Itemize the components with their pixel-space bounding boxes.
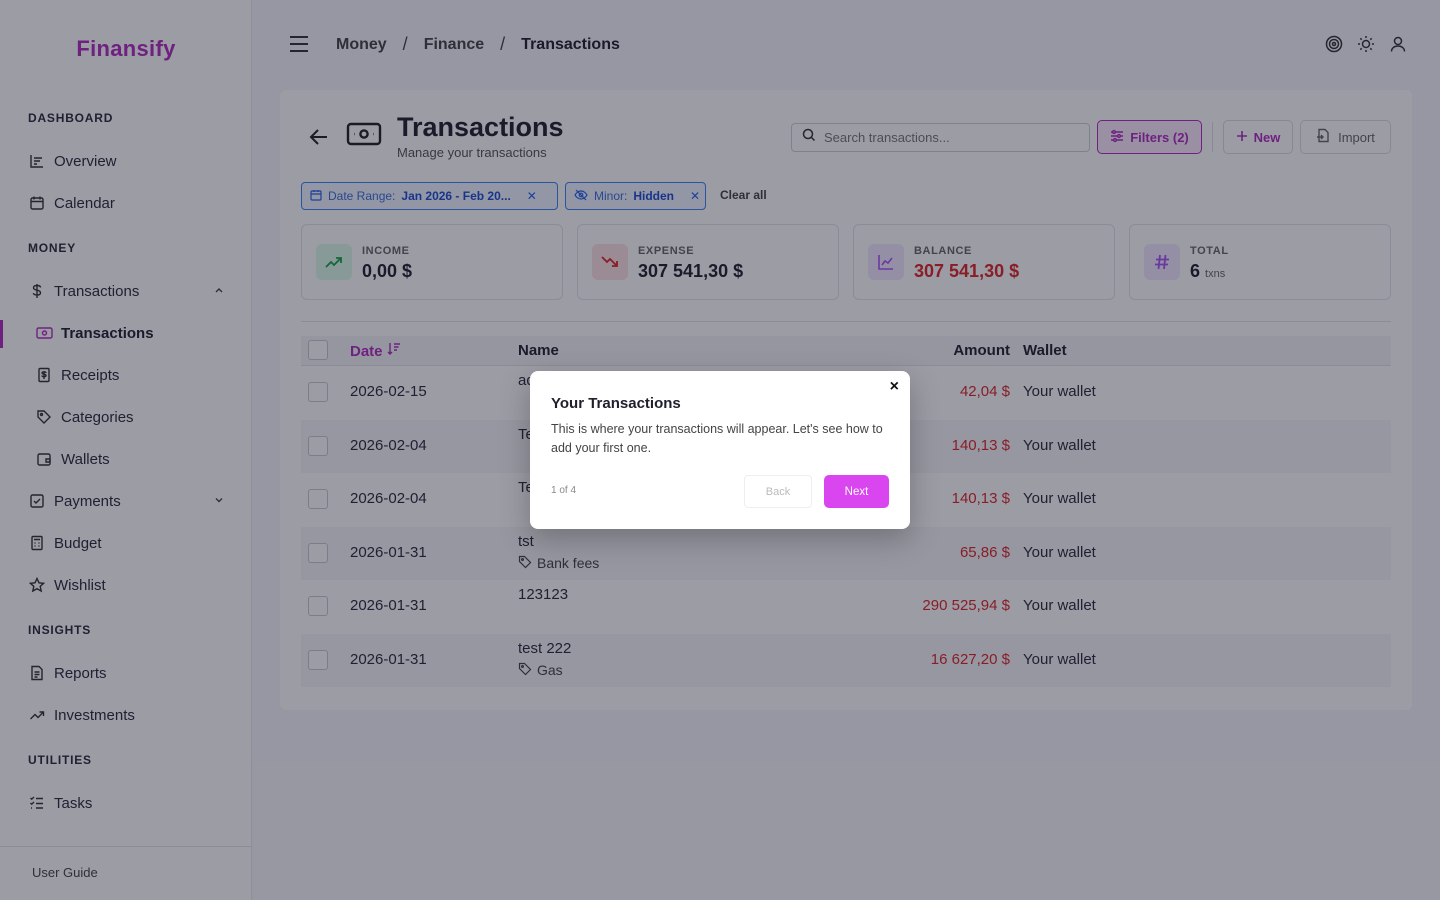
tour-next-button[interactable]: Next	[824, 475, 889, 508]
tour-dialog: × Your Transactions This is where your t…	[530, 371, 910, 529]
tour-step-counter: 1 of 4	[551, 485, 577, 496]
tour-title: Your Transactions	[551, 395, 681, 412]
close-icon[interactable]: ×	[890, 378, 899, 396]
tour-body: This is where your transactions will app…	[551, 422, 883, 455]
tour-back-button[interactable]: Back	[744, 475, 812, 508]
